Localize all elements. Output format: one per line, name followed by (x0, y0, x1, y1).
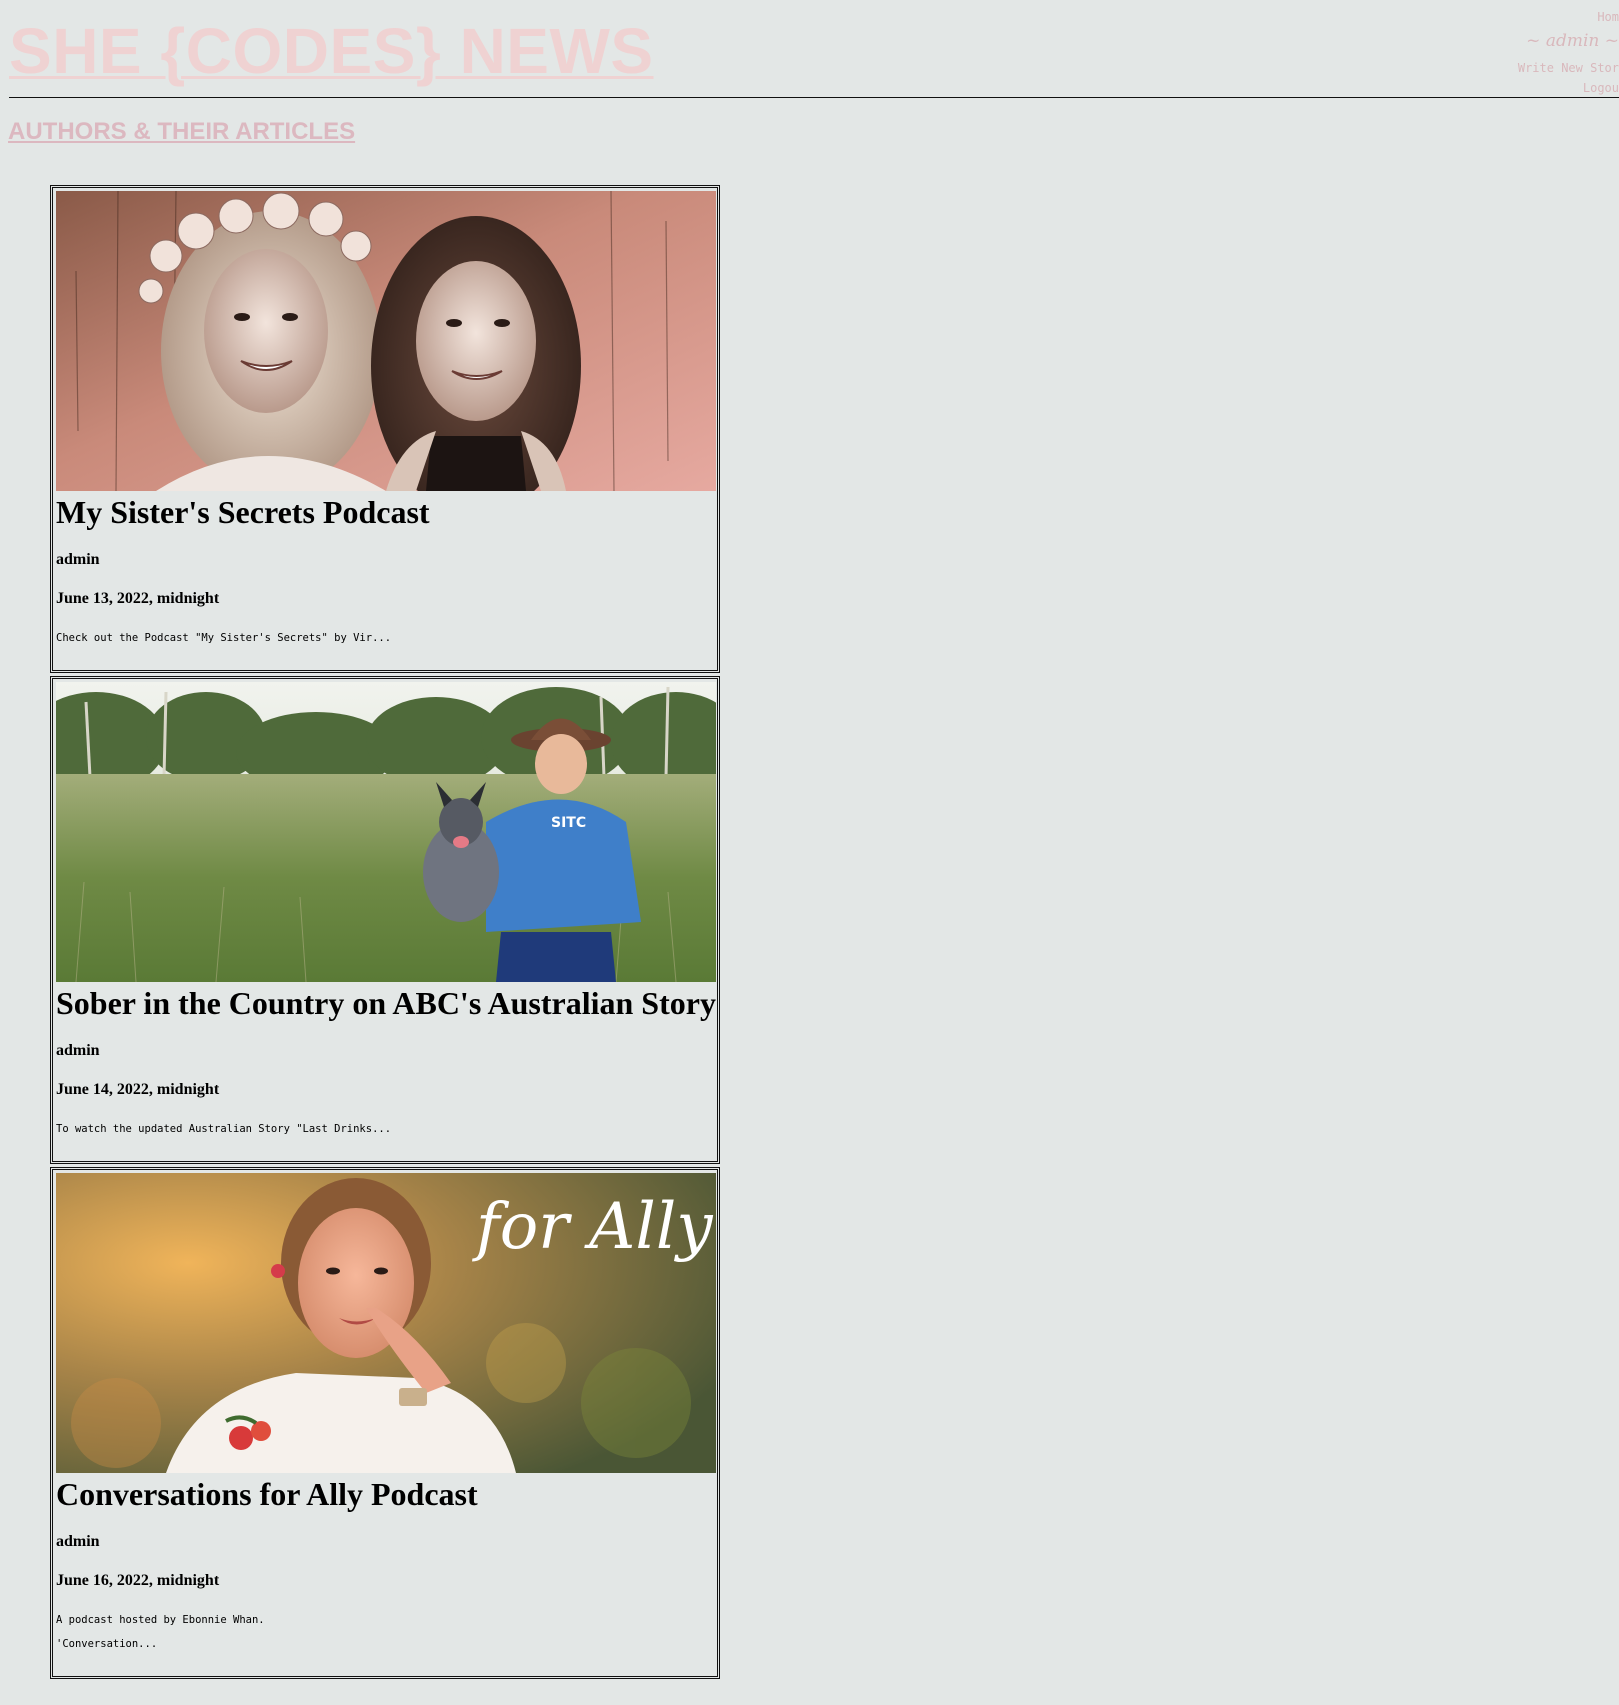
article-author: admin (56, 551, 100, 568)
article-card[interactable]: My Sister's Secrets Podcast admin June 1… (50, 185, 720, 673)
nav-write-story-link[interactable]: Write New Stor (1518, 61, 1619, 75)
site-title-link[interactable]: SHE {CODES} NEWS (9, 14, 654, 88)
nav-home-link[interactable]: Hom (1597, 10, 1619, 24)
nav-logout-link[interactable]: Logou (1583, 81, 1619, 95)
section-heading-link[interactable]: AUTHORS & THEIR ARTICLES (8, 118, 355, 146)
two-women-portrait-image[interactable] (56, 191, 716, 491)
article-excerpt-line2: 'Conversation... (56, 1638, 158, 1650)
article-title-link[interactable]: Sober in the Country on ABC's Australian… (56, 983, 716, 1025)
article-date: June 13, 2022, midnight (56, 590, 220, 607)
article-excerpt: Check out the Podcast "My Sister's Secre… (56, 632, 392, 644)
site-header: SHE {CODES} NEWS Hom ~ admin ~ Write New… (9, 0, 1619, 98)
article-title-link[interactable]: Conversations for Ally Podcast (56, 1474, 478, 1516)
article-card[interactable]: for Ally Conversations for Ally Podcast … (50, 1167, 720, 1679)
article-card[interactable]: SITC Sober in the Country on ABC's Austr… (50, 676, 720, 1164)
article-author: admin (56, 1042, 100, 1059)
for-ally-image-text: for Ally (472, 1190, 713, 1264)
article-date: June 16, 2022, midnight (56, 1572, 220, 1589)
article-date: June 14, 2022, midnight (56, 1081, 220, 1098)
for-ally-portrait-image[interactable]: for Ally (56, 1173, 716, 1473)
article-excerpt: To watch the updated Australian Story "L… (56, 1123, 392, 1135)
nav-username: ~ admin ~ (1526, 31, 1619, 51)
shirt-logo-text: SITC (551, 815, 586, 831)
article-author: admin (56, 1533, 100, 1550)
woman-with-dog-in-field-image[interactable]: SITC (56, 682, 716, 982)
article-excerpt: A podcast hosted by Ebonnie Whan. (56, 1614, 265, 1626)
article-title-link[interactable]: My Sister's Secrets Podcast (56, 492, 430, 534)
